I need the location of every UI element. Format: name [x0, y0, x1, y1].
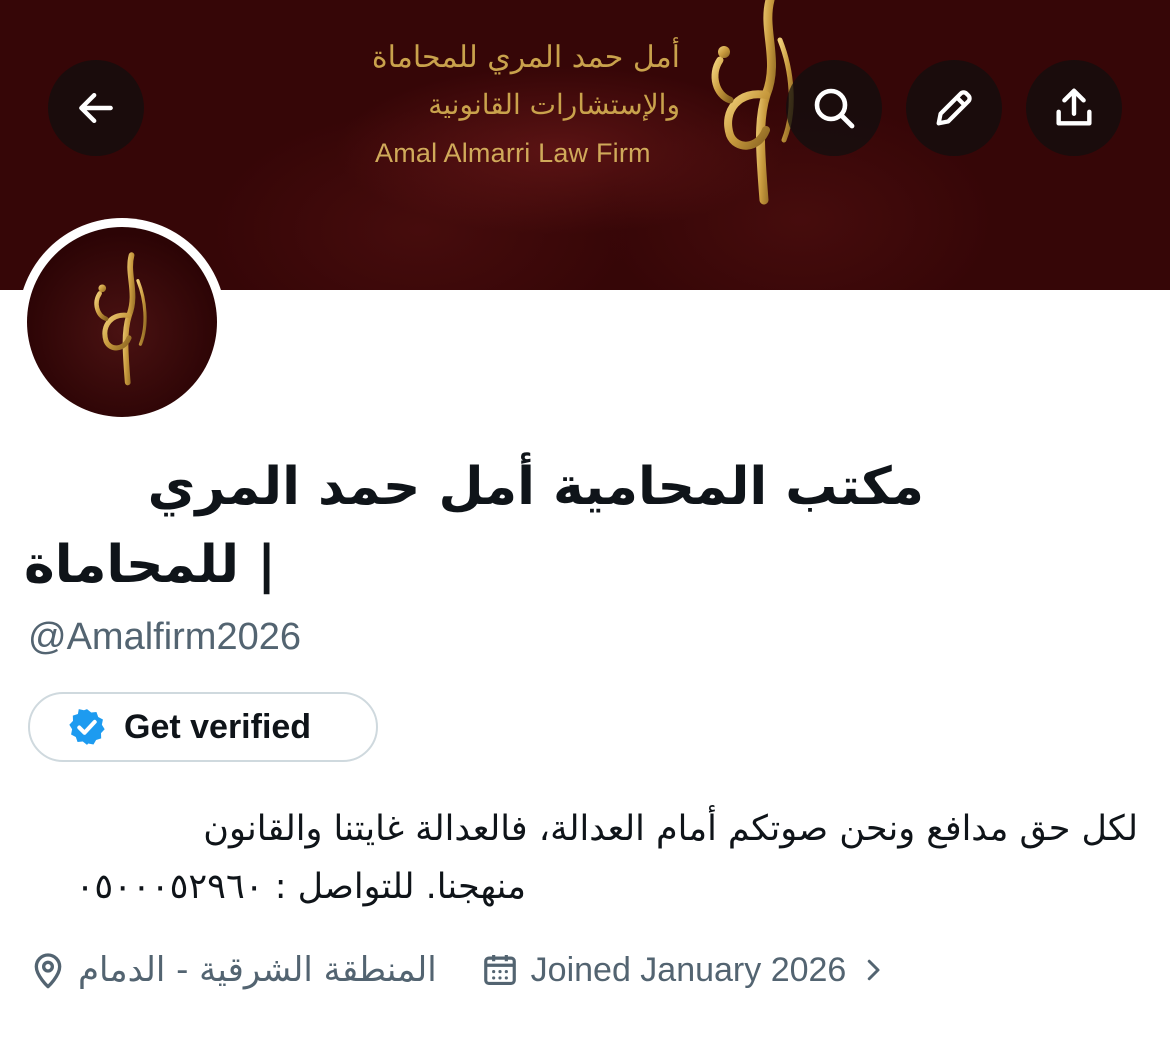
- edit-button[interactable]: [906, 60, 1002, 156]
- location-pin-icon: [34, 953, 62, 989]
- pencil-icon: [936, 90, 972, 126]
- avatar-calligraphy-logo: [94, 252, 147, 386]
- banner-arabic-title: أمل حمد المري للمحاماة: [371, 40, 680, 75]
- get-verified-button[interactable]: Get verified: [28, 692, 378, 762]
- arrow-left-icon: [79, 92, 113, 124]
- username-handle: @Amalfirm2026: [28, 616, 301, 658]
- profile-bio: لكل حق مدافع ونحن صوتكم أمام العدالة، فا…: [28, 800, 1138, 916]
- joined-date-text: Joined January 2026: [530, 950, 847, 989]
- joined-date-item[interactable]: Joined January 2026: [481, 951, 889, 990]
- display-name: مكتب المحامية أمل حمد المري | للمحاماة: [24, 448, 924, 604]
- avatar-frame[interactable]: [18, 218, 226, 426]
- search-button[interactable]: [786, 60, 882, 156]
- avatar[interactable]: [27, 227, 217, 417]
- search-icon: [814, 88, 855, 129]
- banner-english-name: Amal Almarri Law Firm: [375, 138, 651, 168]
- display-name-line-1: مكتب المحامية أمل حمد المري: [147, 457, 924, 517]
- bio-line-1: لكل حق مدافع ونحن صوتكم أمام العدالة، فا…: [203, 809, 1138, 849]
- profile-meta-row: المنطقة الشرقية - الدمام Joined January …: [28, 940, 888, 1000]
- display-name-line-2-text: | للمحاماة: [24, 535, 277, 595]
- get-verified-label: Get verified: [124, 707, 312, 746]
- location-item: المنطقة الشرقية - الدمام: [28, 950, 437, 990]
- location-text: المنطقة الشرقية - الدمام: [78, 950, 437, 990]
- bio-line-2: منهجنا. للتواصل : ٠٥٠٠٠٥٢٩٦٠: [75, 867, 526, 907]
- chevron-right-icon: [868, 959, 880, 981]
- share-upload-icon: [1056, 88, 1092, 126]
- back-button[interactable]: [48, 60, 144, 156]
- display-name-line-2: | للمحاماة: [24, 526, 924, 604]
- verified-badge-icon: [69, 709, 105, 745]
- banner-arabic-subtitle: والإستشارات القانونية: [428, 88, 680, 121]
- share-button[interactable]: [1026, 60, 1122, 156]
- calendar-icon: [483, 954, 516, 986]
